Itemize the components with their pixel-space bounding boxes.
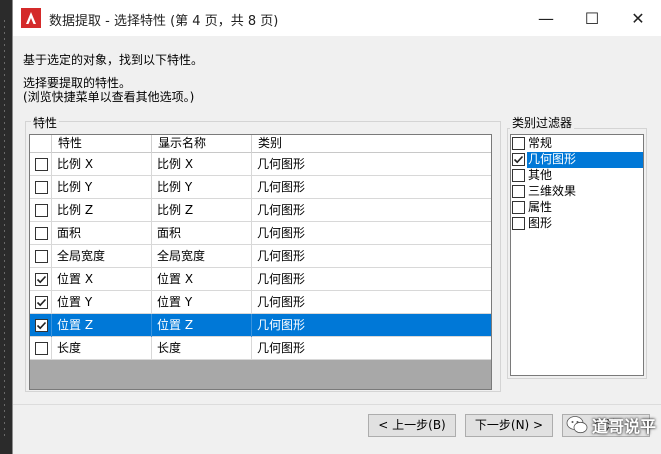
property-checkbox[interactable]: [35, 204, 48, 217]
row-checkbox-cell: [30, 153, 52, 176]
filter-item[interactable]: 三维效果: [511, 184, 643, 200]
filter-item[interactable]: 其他: [511, 168, 643, 184]
cell-display-name[interactable]: 比例 X: [152, 153, 252, 176]
cell-category: 几何图形: [257, 272, 306, 286]
filter-item[interactable]: 几何图形: [511, 152, 643, 168]
intro-hint-text: (浏览快捷菜单以查看其他选项。): [23, 90, 195, 104]
category-filter-list[interactable]: 常规几何图形 其他三维效果属性图形: [510, 134, 644, 376]
next-button[interactable]: 下一步(N) >: [465, 414, 553, 437]
back-button[interactable]: < 上一步(B): [368, 414, 456, 437]
row-checkbox-cell: [30, 176, 52, 199]
cell-category: 几何图形: [257, 157, 306, 171]
header-check-column: [30, 135, 52, 153]
cell-display-name[interactable]: 全局宽度: [152, 245, 252, 268]
table-row[interactable]: 面积 面积 几何图形: [30, 222, 491, 245]
autocad-app-icon: [21, 8, 41, 28]
row-checkbox-cell: [30, 199, 52, 222]
filter-item-label: 三维效果: [528, 184, 577, 198]
row-checkbox-cell: [30, 245, 52, 268]
property-checkbox[interactable]: [35, 250, 48, 263]
title-bar: 数据提取 - 选择特性 (第 4 页，共 8 页) — ☐ ✕: [13, 0, 661, 36]
intro-found-text: 基于选定的对象，找到以下特性。: [23, 53, 204, 67]
cell-property: 位置 X: [52, 268, 152, 291]
minimize-button[interactable]: —: [523, 0, 569, 36]
filter-checkbox[interactable]: [512, 217, 525, 230]
cell-property: 比例 Y: [52, 176, 152, 199]
watermark-text: 道哥说平: [592, 417, 657, 436]
property-checkbox[interactable]: [35, 273, 48, 286]
header-property[interactable]: 特性: [52, 135, 170, 153]
category-filter-label: 类别过滤器: [510, 114, 575, 131]
property-checkbox[interactable]: [35, 158, 48, 171]
dialog-window: 数据提取 - 选择特性 (第 4 页，共 8 页) — ☐ ✕ 基于选定的对象，…: [12, 0, 661, 454]
cell-property: 比例 Z: [52, 199, 152, 222]
property-checkbox[interactable]: [35, 227, 48, 240]
row-checkbox-cell: [30, 314, 52, 337]
filter-item-label: 其他: [528, 168, 553, 182]
header-display-name[interactable]: 显示名称: [152, 135, 252, 153]
row-checkbox-cell: [30, 268, 52, 291]
filter-item[interactable]: 常规: [511, 136, 643, 152]
table-row[interactable]: 比例 Y 比例 Y 几何图形: [30, 176, 491, 199]
cell-display-name[interactable]: 位置 Y: [152, 291, 252, 314]
properties-group-label: 特性: [31, 114, 60, 131]
filter-checkbox[interactable]: [512, 137, 525, 150]
cell-display-name[interactable]: 比例 Y: [152, 176, 252, 199]
filter-item-label: 常规: [528, 136, 553, 150]
filter-item-label: 几何图形: [527, 152, 643, 168]
table-row[interactable]: 长度 长度 几何图形: [30, 337, 491, 360]
properties-grid[interactable]: 特性 显示名称 类别 比例 X 比例 X 几何图形 比例 Y 比例 Y 几何图形 比例 Z比…: [29, 134, 492, 390]
wechat-icon: [566, 416, 588, 434]
cell-category: 几何图形: [257, 226, 306, 240]
filter-item-label: 图形: [528, 216, 553, 230]
table-row[interactable]: 全局宽度 全局宽度 几何图形: [30, 245, 491, 268]
property-checkbox[interactable]: [35, 181, 48, 194]
filter-checkbox[interactable]: [512, 169, 525, 182]
cell-display-name[interactable]: 比例 Z: [152, 199, 252, 222]
cell-display-name[interactable]: 位置 Z: [152, 314, 252, 337]
grid-header: 特性 显示名称 类别: [30, 135, 491, 153]
cell-display-name[interactable]: 长度: [152, 337, 252, 360]
cell-property: 全局宽度: [52, 245, 152, 268]
property-checkbox[interactable]: [35, 342, 48, 355]
filter-item[interactable]: 图形: [511, 216, 643, 232]
header-property-label: 特性: [58, 136, 83, 150]
table-row[interactable]: 位置 X 位置 X 几何图形: [30, 268, 491, 291]
cell-category: 几何图形: [257, 180, 306, 194]
cell-property: 位置 Z: [52, 314, 152, 337]
filter-item[interactable]: 属性: [511, 200, 643, 216]
header-category[interactable]: 类别: [252, 135, 491, 153]
cell-category: 几何图形: [257, 249, 306, 263]
cell-category: 几何图形: [257, 318, 306, 332]
cell-category: 几何图形: [257, 295, 306, 309]
cell-property: 面积: [52, 222, 152, 245]
table-row[interactable]: 比例 X 比例 X 几何图形: [30, 153, 491, 176]
background-edge: [0, 0, 12, 454]
table-row[interactable]: 比例 Z 比例 Z 几何图形: [30, 199, 491, 222]
table-row[interactable]: 位置 Z 位置 Z 几何图形: [30, 314, 491, 337]
table-row[interactable]: 位置 Y 位置 Y 几何图形: [30, 291, 491, 314]
cell-category: 几何图形: [257, 341, 306, 355]
watermark: 道哥说平: [566, 410, 656, 440]
window-title: 数据提取 - 选择特性 (第 4 页，共 8 页): [49, 14, 279, 29]
cell-property: 比例 X: [52, 153, 152, 176]
maximize-button[interactable]: ☐: [569, 0, 615, 36]
property-checkbox[interactable]: [35, 296, 48, 309]
filter-item-label: 属性: [528, 200, 553, 214]
row-checkbox-cell: [30, 291, 52, 314]
cell-category: 几何图形: [257, 203, 306, 217]
property-checkbox[interactable]: [35, 319, 48, 332]
filter-checkbox[interactable]: [512, 201, 525, 214]
close-button[interactable]: ✕: [615, 0, 661, 36]
filter-checkbox[interactable]: [512, 185, 525, 198]
filter-checkbox[interactable]: [512, 153, 525, 166]
cell-property: 位置 Y: [52, 291, 152, 314]
cell-display-name[interactable]: 位置 X: [152, 268, 252, 291]
row-checkbox-cell: [30, 337, 52, 360]
cell-property: 长度: [52, 337, 152, 360]
row-checkbox-cell: [30, 222, 52, 245]
cell-display-name[interactable]: 面积: [152, 222, 252, 245]
